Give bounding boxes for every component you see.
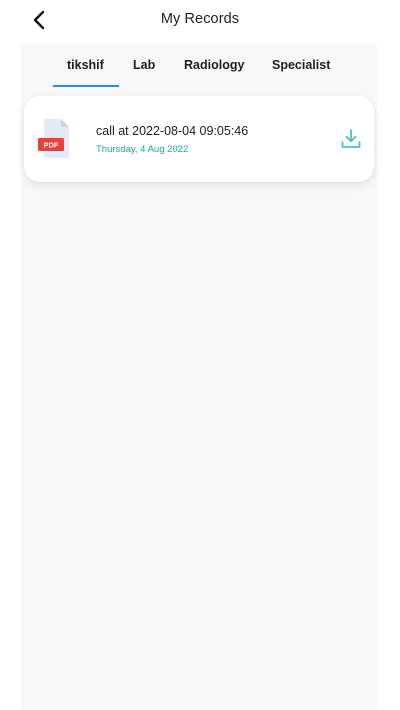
page-title: My Records [160,11,240,27]
category-tabs: tikshif Lab Radiology Specialist [21,44,377,88]
tab-tikshif[interactable]: tikshif [67,58,104,72]
record-item[interactable]: PDF call at 2022-08-04 09:05:46 Thursday… [24,96,374,182]
tab-lab[interactable]: Lab [133,58,155,72]
download-icon[interactable] [340,128,362,150]
record-date: Thursday, 4 Aug 2022 [96,144,189,155]
pdf-badge-label: PDF [44,141,59,150]
top-bar: My Records [0,0,400,44]
tab-specialist[interactable]: Specialist [272,58,330,72]
record-title: call at 2022-08-04 09:05:46 [96,124,249,138]
records-panel: tikshif Lab Radiology Specialist PDF cal… [21,44,377,710]
active-tab-indicator [53,85,119,87]
tab-radiology[interactable]: Radiology [184,58,244,72]
records-screen: My Records tikshif Lab Radiology Special… [0,0,400,710]
pdf-file-icon: PDF [38,119,69,158]
